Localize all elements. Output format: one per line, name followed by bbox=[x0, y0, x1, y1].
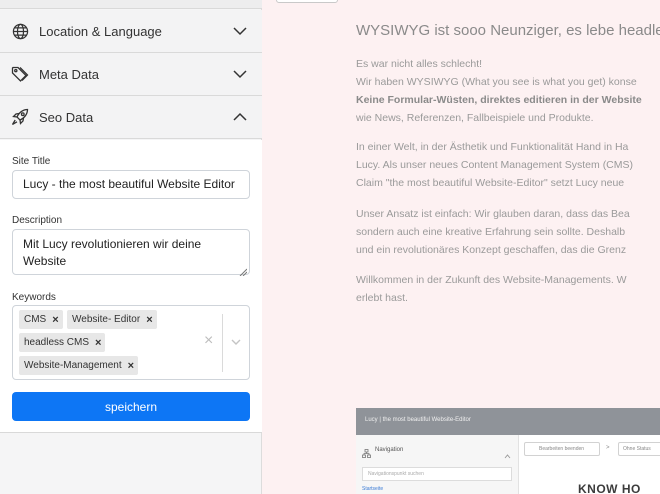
toolbar-button[interactable] bbox=[276, 0, 338, 3]
remove-tag-icon[interactable]: × bbox=[146, 314, 152, 326]
rocket-icon bbox=[11, 108, 29, 126]
accordion-location-language[interactable]: Location & Language bbox=[0, 10, 262, 53]
content-paragraph[interactable]: Unser Ansatz ist einfach: Wir glauben da… bbox=[356, 205, 660, 259]
site-title-label: Site Title bbox=[12, 156, 51, 167]
sitemap-icon bbox=[362, 445, 371, 458]
content-paragraph[interactable]: Es war nicht alles schlecht! Wir haben W… bbox=[356, 55, 660, 127]
description-line: Mit Lucy revolutionieren wir deine bbox=[23, 237, 202, 251]
content-paragraph[interactable]: Willkommen in der Zukunft des Website-Ma… bbox=[356, 271, 660, 307]
resize-handle-icon[interactable] bbox=[239, 264, 248, 277]
keyword-tag: headless CMS × bbox=[19, 333, 106, 352]
accordion-label: Meta Data bbox=[39, 66, 99, 82]
description-line: Website bbox=[23, 254, 67, 268]
text-line: erlebt hast. bbox=[356, 292, 408, 304]
text-line-bold: Keine Formular-Wüsten, direktes editiere… bbox=[356, 91, 660, 109]
text-line: wie News, Referenzen, Fallbeispiele und … bbox=[356, 112, 594, 124]
preview-edit-button: Bearbeiten beenden bbox=[524, 442, 600, 456]
chevron-down-icon bbox=[232, 66, 248, 82]
preview-title-bar: Lucy | the most beautiful Website-Editor bbox=[356, 408, 660, 435]
text-line: Willkommen in der Zukunft des Website-Ma… bbox=[356, 274, 627, 286]
text-line: Claim "the most beautiful Website-Editor… bbox=[356, 177, 625, 189]
page-heading[interactable]: WYSIWYG ist sooo Neunziger, es lebe head… bbox=[356, 22, 660, 39]
clear-all-icon[interactable]: × bbox=[204, 332, 213, 350]
tag-icon bbox=[11, 65, 29, 83]
preview-search-input: Navigationspunkt suchen bbox=[362, 467, 512, 481]
remove-tag-icon[interactable]: × bbox=[128, 360, 134, 372]
keyword-tag: Website-Management × bbox=[19, 356, 139, 375]
accordion-seo-data[interactable]: Seo Data bbox=[0, 96, 262, 139]
text-line: und ein revolutionäres Konzept geschaffe… bbox=[356, 244, 627, 256]
description-label: Description bbox=[12, 215, 63, 226]
keyword-tag-label: headless CMS bbox=[24, 337, 90, 348]
keywords-label: Keywords bbox=[12, 292, 56, 303]
text-line: In einer Welt, in der Ästhetik und Funkt… bbox=[356, 141, 629, 153]
content-paragraph[interactable]: In einer Welt, in der Ästhetik und Funkt… bbox=[356, 138, 660, 192]
preview-sidebar: Navigation Navigationspunkt suchen Start… bbox=[356, 435, 519, 494]
keyword-tag: Website- Editor × bbox=[67, 310, 157, 329]
chevron-up-icon bbox=[504, 447, 511, 459]
text-line: sondern auch eine kreative Erfahrung sei… bbox=[356, 226, 626, 238]
text-line: Wir haben WYSIWYG (What you see is what … bbox=[356, 76, 637, 88]
chevron-down-icon bbox=[232, 23, 248, 39]
keyword-tag: CMS × bbox=[19, 310, 63, 329]
bold-text: Keine Formular-Wüsten, direktes editiere… bbox=[356, 94, 642, 106]
text-line: Unser Ansatz ist einfach: Wir glauben da… bbox=[356, 208, 630, 220]
text-line: Lucy. Als unser neues Content Management… bbox=[356, 159, 634, 171]
preview-heading: KNOW HO bbox=[578, 482, 641, 494]
accordion-top-edge bbox=[0, 0, 262, 9]
save-button[interactable]: speichern bbox=[12, 392, 250, 421]
site-title-input[interactable]: Lucy - the most beautiful Website Editor bbox=[12, 170, 250, 199]
indicator-separator bbox=[222, 314, 223, 372]
keyword-tag-label: CMS bbox=[24, 314, 47, 325]
text-line: Es war nicht alles schlecht! bbox=[356, 58, 483, 70]
keyword-tag-label: Website-Management bbox=[24, 360, 122, 371]
globe-icon bbox=[11, 22, 29, 40]
description-textarea[interactable]: Mit Lucy revolutionieren wir deine Websi… bbox=[12, 229, 250, 277]
preview-separator: > bbox=[606, 445, 610, 451]
remove-tag-icon[interactable]: × bbox=[52, 314, 58, 326]
preview-nav-item: Startseite bbox=[362, 486, 384, 492]
chevron-up-icon bbox=[232, 109, 248, 125]
preview-status-button: Ohne Status bbox=[618, 442, 660, 456]
settings-sidebar: Location & Language Meta Data Seo Data S… bbox=[0, 0, 262, 494]
accordion-label: Seo Data bbox=[39, 109, 94, 125]
remove-tag-icon[interactable]: × bbox=[95, 337, 101, 349]
keywords-multiselect[interactable]: CMS × Website- Editor × headless CMS × W… bbox=[12, 305, 250, 380]
preview-title: Lucy | the most beautiful Website-Editor bbox=[365, 417, 471, 423]
preview-edit-label: Bearbeiten beenden bbox=[539, 446, 585, 452]
accordion-meta-data[interactable]: Meta Data bbox=[0, 53, 262, 96]
preview-nav-label: Navigation bbox=[375, 447, 404, 453]
accordion-label: Location & Language bbox=[39, 23, 162, 39]
editor-preview-image[interactable]: Lucy | the most beautiful Website-Editor… bbox=[356, 408, 660, 494]
chevron-down-icon[interactable] bbox=[229, 335, 243, 349]
keyword-tag-label: Website- Editor bbox=[72, 314, 141, 325]
